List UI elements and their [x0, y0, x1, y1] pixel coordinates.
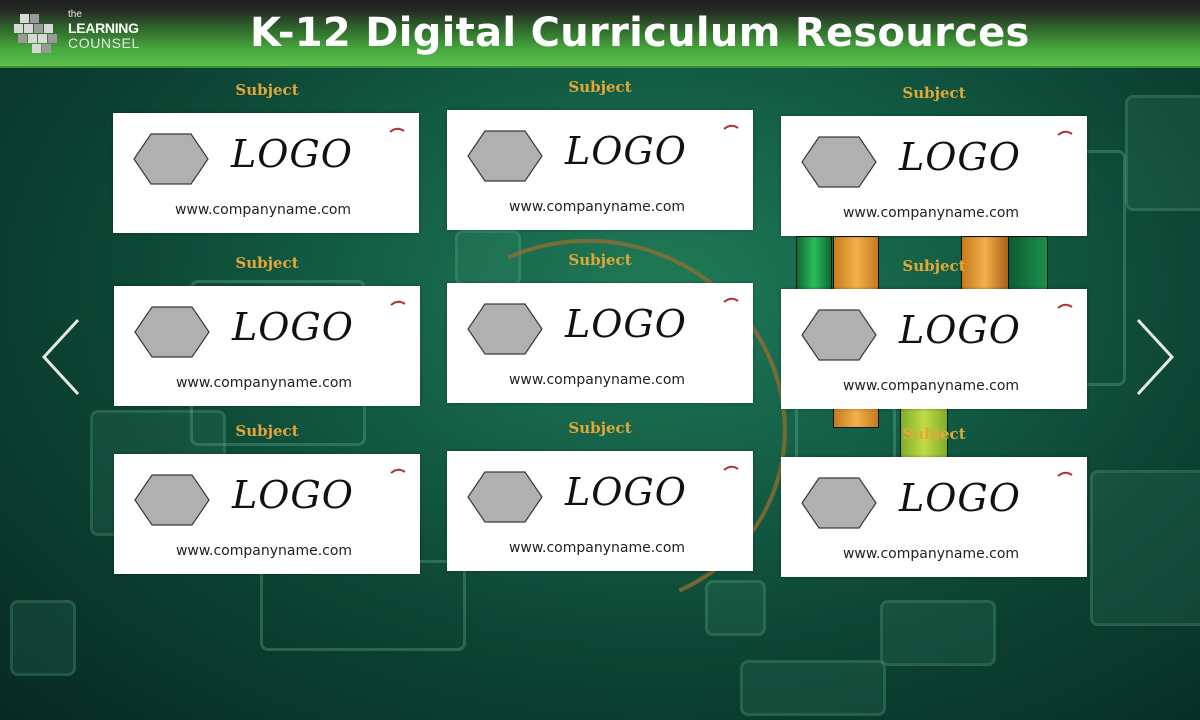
company-logo-text: LOGO [565, 302, 687, 346]
resource-card[interactable]: LOGO www.companyname.com [114, 286, 420, 406]
hexagon-icon [133, 133, 209, 185]
bg-square [1125, 95, 1200, 211]
accent-mark-icon [723, 124, 739, 130]
company-logo-text: LOGO [565, 470, 687, 514]
company-url[interactable]: www.companyname.com [114, 374, 414, 392]
header-bar: the LEARNING COUNSEL K-12 Digital Curric… [0, 0, 1200, 68]
resource-card[interactable]: LOGO www.companyname.com [781, 289, 1087, 409]
resource-card[interactable]: LOGO www.companyname.com [447, 110, 753, 230]
subject-label: Subject [235, 81, 299, 99]
resource-card[interactable]: LOGO www.companyname.com [781, 457, 1087, 577]
resource-card[interactable]: LOGO www.companyname.com [447, 451, 753, 571]
accent-mark-icon [723, 297, 739, 303]
brand-text-the: the [68, 9, 82, 20]
company-url[interactable]: www.companyname.com [447, 371, 747, 389]
company-url[interactable]: www.companyname.com [781, 204, 1081, 222]
company-logo-text: LOGO [232, 473, 354, 517]
subject-label: Subject [902, 425, 966, 443]
hexagon-icon [801, 309, 877, 361]
accent-mark-icon [723, 465, 739, 471]
company-url[interactable]: www.companyname.com [113, 201, 413, 219]
company-url[interactable]: www.companyname.com [114, 542, 414, 560]
bg-square [740, 660, 886, 716]
next-page-button[interactable] [1132, 312, 1182, 402]
accent-mark-icon [1057, 130, 1073, 136]
hexagon-icon [467, 303, 543, 355]
brand-text-learning: LEARNING [68, 20, 139, 36]
bg-square [705, 580, 766, 636]
previous-page-button[interactable] [36, 312, 86, 402]
hexagon-icon [801, 477, 877, 529]
company-logo-text: LOGO [565, 129, 687, 173]
bg-square [880, 600, 996, 666]
subject-label: Subject [568, 251, 632, 269]
company-url[interactable]: www.companyname.com [447, 539, 747, 557]
page-title: K-12 Digital Curriculum Resources [250, 10, 1030, 56]
brand-text-counsel: COUNSEL [68, 35, 140, 51]
accent-mark-icon [390, 468, 406, 474]
hexagon-icon [801, 136, 877, 188]
hexagon-icon [467, 471, 543, 523]
resource-card[interactable]: LOGO www.companyname.com [447, 283, 753, 403]
accent-mark-icon [390, 300, 406, 306]
chevron-left-icon [41, 318, 80, 396]
hexagon-icon [467, 130, 543, 182]
resource-card[interactable]: LOGO www.companyname.com [113, 113, 419, 233]
hexagon-icon [134, 306, 210, 358]
company-logo-text: LOGO [232, 305, 354, 349]
chevron-right-icon [1136, 318, 1175, 396]
accent-mark-icon [1057, 471, 1073, 477]
resource-card[interactable]: LOGO www.companyname.com [114, 454, 420, 574]
company-logo-text: LOGO [899, 476, 1021, 520]
accent-mark-icon [389, 127, 405, 133]
bg-square [10, 600, 76, 676]
company-logo-text: LOGO [231, 132, 353, 176]
company-url[interactable]: www.companyname.com [781, 377, 1081, 395]
subject-label: Subject [902, 257, 966, 275]
company-url[interactable]: www.companyname.com [447, 198, 747, 216]
subject-label: Subject [902, 84, 966, 102]
bg-square [1090, 470, 1200, 626]
company-logo-text: LOGO [899, 308, 1021, 352]
subject-label: Subject [235, 422, 299, 440]
subject-label: Subject [568, 419, 632, 437]
brand-logo[interactable]: the LEARNING COUNSEL [14, 10, 144, 58]
subject-label: Subject [235, 254, 299, 272]
company-url[interactable]: www.companyname.com [781, 545, 1081, 563]
subject-label: Subject [568, 78, 632, 96]
company-logo-text: LOGO [899, 135, 1021, 179]
accent-mark-icon [1057, 303, 1073, 309]
resource-card[interactable]: LOGO www.companyname.com [781, 116, 1087, 236]
hexagon-icon [134, 474, 210, 526]
